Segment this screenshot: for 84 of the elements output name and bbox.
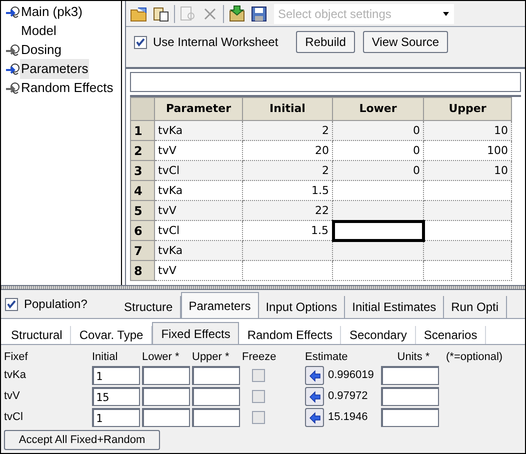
dropdown-arrow-icon [442,10,450,16]
row-number[interactable]: 5 [130,200,154,220]
check-icon [6,298,17,310]
row-number[interactable]: 1 [130,120,154,140]
freeze-checkbox[interactable] [252,411,265,424]
tab[interactable]: Parameters [180,292,259,318]
upper-field[interactable] [192,366,240,385]
column-label: Lower * [142,350,180,365]
column-label: Fixef [4,350,29,365]
copy-estimate-button[interactable] [305,387,324,406]
copy-estimate-button[interactable] [305,408,324,427]
column-label: Freeze [242,350,278,365]
column-header[interactable]: Upper [424,98,512,120]
estimate-value: 0.97972 [327,389,369,404]
subtab[interactable]: Secondary [341,326,416,344]
node-icon [5,80,20,96]
node-icon [5,42,20,58]
worksheet-button[interactable]: View Source [362,31,448,53]
linked-node-icon [5,4,20,20]
row-number[interactable]: 6 [130,220,154,240]
row-number[interactable]: 4 [130,180,154,200]
row-number[interactable]: 7 [130,240,154,260]
check-icon [135,36,146,48]
tree-item[interactable]: Main (pk3) [20,2,84,22]
column-label: Upper * [192,350,230,365]
left-arrow-icon [308,370,320,382]
upper-field[interactable] [192,408,240,427]
checkbox-label: Population? [24,296,88,313]
tree-item[interactable]: Dosing [20,40,62,60]
open-folder-icon [130,4,148,22]
accept-all-button[interactable]: Accept All Fixed+Random [4,430,160,450]
lower-field[interactable] [142,366,190,385]
parameter-name: tvV [4,389,21,404]
column-header[interactable]: Parameter [154,98,242,120]
find-icon [179,4,197,22]
subtab[interactable]: Scenarios [416,326,486,344]
checkbox[interactable] [134,36,147,48]
lower-field[interactable] [142,387,190,406]
subtab[interactable]: Fixed Effects [152,322,240,344]
grid-cell[interactable]: tvV [154,260,242,280]
subtab[interactable]: Random Effects [239,326,342,344]
tree-item[interactable]: Parameters [20,59,90,79]
freeze-checkbox[interactable] [252,390,265,403]
left-arrow-icon [308,412,320,424]
units-field[interactable] [381,408,439,427]
estimate-value: 0.996019 [327,368,375,384]
checkbox[interactable] [5,298,18,310]
download-icon [228,4,246,22]
parameter-name: tvCl [4,410,24,426]
paste-icon [152,4,170,22]
grid-cell[interactable] [332,260,424,280]
estimate-value: 15.1946 [327,410,369,426]
column-header[interactable]: Lower [332,98,424,120]
column-label: (*=optional) [446,350,504,365]
row-number[interactable]: 8 [130,260,154,280]
save-icon [250,4,268,22]
tree-item[interactable]: Random Effects [20,78,114,98]
column-label: Estimate [305,350,349,365]
formula-bar[interactable] [130,72,521,92]
column-label: Initial [92,350,119,365]
left-arrow-icon [308,390,320,402]
initial-field[interactable]: 1 [92,366,140,385]
lower-field[interactable] [142,408,190,427]
checkbox-label: Use Internal Worksheet [153,34,278,51]
freeze-checkbox[interactable] [252,369,265,382]
linked-node-icon [5,62,20,76]
row-number[interactable]: 2 [130,140,154,160]
subtab[interactable]: Structural [3,326,72,344]
upper-field[interactable] [192,387,240,406]
grid-cell[interactable] [332,220,424,240]
units-field[interactable] [381,366,439,385]
grid-corner [130,98,154,120]
tree-item[interactable]: Model [20,21,58,41]
units-field[interactable] [381,387,439,406]
grid-cell[interactable] [424,260,512,280]
row-number[interactable]: 3 [130,160,154,180]
grid-cell[interactable] [242,260,332,280]
column-label: Units * [396,350,431,365]
worksheet-button[interactable]: Rebuild [296,31,355,53]
initial-field[interactable]: 15 [92,387,140,406]
column-header[interactable]: Initial [242,98,332,120]
initial-field[interactable]: 1 [92,408,140,427]
copy-estimate-button[interactable] [305,366,324,385]
parameter-name: tvKa [4,368,28,384]
